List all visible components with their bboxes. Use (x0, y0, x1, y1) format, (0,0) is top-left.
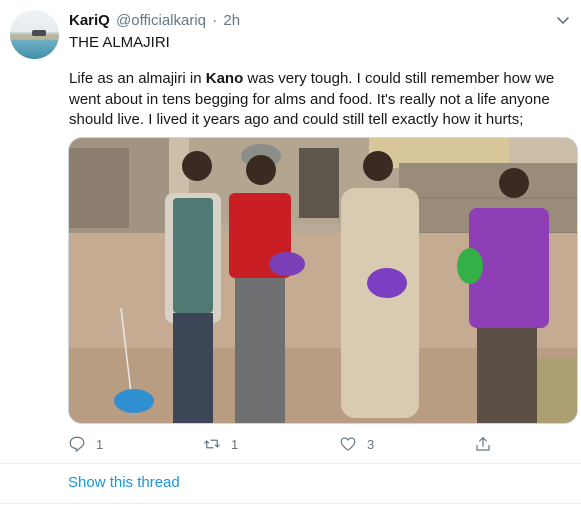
media-photo-illustration (69, 138, 577, 423)
divider (0, 503, 581, 504)
tweet-header: KariQ @officialkariq · 2h (69, 12, 240, 30)
share-button[interactable] (474, 434, 492, 454)
retweet-icon (204, 439, 220, 449)
author-name[interactable]: KariQ (69, 12, 110, 29)
tweet[interactable]: KariQ @officialkariq · 2h THE ALMAJIRI L… (0, 0, 581, 464)
retweet-count: 1 (231, 436, 239, 452)
author-avatar[interactable] (10, 10, 59, 59)
retweet-button[interactable]: 1 (203, 434, 238, 454)
like-button[interactable]: 3 (339, 434, 374, 454)
chevron-down-icon[interactable] (555, 12, 571, 28)
tweet-time[interactable]: 2h (223, 12, 240, 29)
header-separator: · (212, 12, 218, 29)
tweet-text-bold: Kano (205, 70, 244, 87)
reply-count: 1 (96, 436, 104, 452)
tweet-media-photo[interactable] (68, 137, 578, 424)
reply-button[interactable]: 1 (68, 434, 103, 454)
tweet-headline: THE ALMAJIRI (69, 34, 170, 51)
show-thread-link[interactable]: Show this thread (68, 474, 180, 492)
like-count: 3 (367, 436, 375, 452)
heart-icon (340, 437, 356, 451)
author-handle[interactable]: @officialkariq (116, 12, 206, 29)
avatar-figure (32, 30, 46, 36)
share-icon (476, 437, 490, 451)
tweet-text-part1: Life as an almajiri in (69, 70, 206, 87)
tweet-actions: 1 1 3 (68, 434, 568, 454)
tweet-text: Life as an almajiri in Kano was very tou… (69, 69, 559, 131)
reply-icon (69, 436, 85, 452)
